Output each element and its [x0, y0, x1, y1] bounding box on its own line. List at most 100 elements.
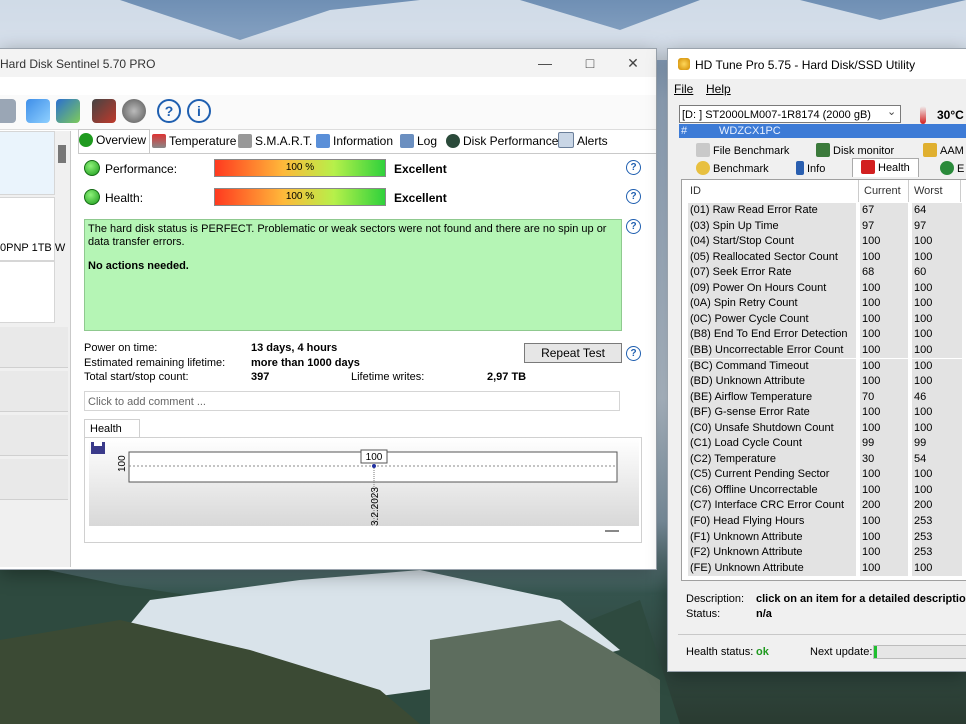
column-header-id[interactable]: ID	[690, 180, 701, 202]
help-icon[interactable]: ?	[157, 99, 181, 123]
refresh-icon[interactable]	[26, 99, 50, 123]
table-row[interactable]: (C7) Interface CRC Error Count 200 200	[688, 498, 966, 514]
column-header-current[interactable]: Current	[864, 180, 901, 202]
graph-resize-handle[interactable]	[605, 530, 619, 532]
tab-file-benchmark[interactable]: File Benchmark	[696, 142, 789, 160]
power-on-label: Power on time:	[84, 342, 158, 354]
network-icon[interactable]	[56, 99, 80, 123]
disk-list-item[interactable]	[0, 131, 55, 195]
table-cell-id: (C5) Current Pending Sector	[688, 467, 856, 483]
tab-disk-performance[interactable]: Disk Performance	[446, 131, 558, 151]
hds-tabs: Overview Temperature S.M.A.R.T. Informat…	[78, 129, 656, 154]
table-cell-worst: 97	[912, 218, 962, 235]
table-cell-id: (C6) Offline Uncorrectable	[688, 482, 856, 499]
tab-log[interactable]: Log	[400, 131, 437, 151]
table-cell-current: 97	[860, 218, 908, 235]
table-row[interactable]: (C2) Temperature 30 54	[688, 451, 966, 468]
column-header-worst[interactable]: Worst	[914, 180, 943, 202]
close-icon[interactable]: ✕	[618, 53, 648, 73]
tab-information[interactable]: Information	[316, 131, 393, 151]
table-cell-current: 100	[860, 280, 908, 297]
tab-temperature[interactable]: Temperature	[152, 131, 236, 151]
table-row[interactable]: (07) Seek Error Rate 68 60	[688, 265, 966, 281]
repeat-test-button[interactable]: Repeat Test	[524, 343, 622, 363]
table-row[interactable]: (C0) Unsafe Shutdown Count 100 100	[688, 420, 966, 437]
table-row[interactable]: (C1) Load Cycle Count 99 99	[688, 436, 966, 452]
graph-tab-health[interactable]: Health (%)	[84, 419, 140, 453]
table-cell-worst: 100	[912, 327, 962, 343]
info-icon	[796, 161, 804, 175]
table-cell-current: 100	[860, 342, 908, 359]
table-row[interactable]: (F2) Unknown Attribute 100 253	[688, 545, 966, 561]
tab-aam[interactable]: AAM	[923, 142, 964, 160]
table-row[interactable]: (BD) Unknown Attribute 100 100	[688, 374, 966, 390]
table-row[interactable]: (BC) Command Timeout 100 100	[688, 358, 966, 374]
drive-select[interactable]: [D: ] ST2000LM007-1R8174 (2000 gB)	[679, 105, 901, 123]
table-row[interactable]: (0C) Power Cycle Count 100 100	[688, 311, 966, 328]
table-row[interactable]: (03) Spin Up Time 97 97	[688, 218, 966, 235]
disk-list-item[interactable]: 0PNP 1TB W	[0, 197, 65, 261]
table-row[interactable]: (FE) Unknown Attribute 100 100	[688, 560, 966, 577]
minimize-icon[interactable]: —	[530, 53, 560, 73]
next-update-progress-fill	[874, 646, 877, 658]
repeat-test-help-icon[interactable]: ?	[626, 346, 641, 361]
health-bar: 100 %	[214, 188, 386, 206]
tab-erase[interactable]: E	[940, 160, 964, 178]
disk-list-item[interactable]	[0, 261, 55, 323]
chevron-down-icon[interactable]: ⌄	[887, 105, 896, 118]
overview-check-icon	[79, 133, 93, 147]
disk-partition-item[interactable]	[0, 415, 68, 456]
column-divider	[858, 180, 859, 202]
health-help-icon[interactable]: ?	[626, 189, 641, 204]
tab-alerts[interactable]: Alerts	[558, 131, 608, 151]
performance-help-icon[interactable]: ?	[626, 160, 641, 175]
table-cell-current: 100	[860, 420, 908, 437]
table-row[interactable]: (0A) Spin Retry Count 100 100	[688, 296, 966, 312]
report-icon[interactable]	[92, 99, 116, 123]
table-row[interactable]: (C6) Offline Uncorrectable 100 100	[688, 482, 966, 499]
tab-benchmark[interactable]: Benchmark	[696, 160, 769, 178]
table-row[interactable]: (F0) Head Flying Hours 100 253	[688, 514, 966, 530]
comment-input[interactable]: Click to add comment ...	[84, 391, 620, 411]
next-update-label: Next update:	[810, 646, 873, 658]
disk-partition-item[interactable]	[0, 371, 68, 412]
table-cell-worst: 100	[912, 296, 962, 312]
table-row[interactable]: (09) Power On Hours Count 100 100	[688, 280, 966, 297]
menu-file[interactable]: File	[674, 82, 693, 96]
table-row[interactable]: (BF) G-sense Error Rate 100 100	[688, 405, 966, 421]
column-divider	[908, 180, 909, 202]
disk-partition-item[interactable]	[0, 459, 68, 500]
table-row[interactable]: (B8) End To End Error Detection 100 100	[688, 327, 966, 343]
settings-icon[interactable]	[122, 99, 146, 123]
startstop-value: 397	[251, 371, 270, 383]
table-row[interactable]: (BE) Airflow Temperature 70 46	[688, 389, 966, 406]
maximize-icon[interactable]: □	[575, 53, 605, 73]
table-cell-id: (C0) Unsafe Shutdown Count	[688, 420, 856, 437]
table-row[interactable]: (C5) Current Pending Sector 100 100	[688, 467, 966, 483]
table-row[interactable]: (05) Reallocated Sector Count 100 100	[688, 249, 966, 266]
table-cell-current: 100	[860, 327, 908, 343]
hds-titlebar: Hard Disk Sentinel 5.70 PRO — □ ✕	[0, 49, 656, 77]
toolbar-disk-icon[interactable]	[0, 99, 16, 123]
tab-smart[interactable]: S.M.A.R.T.	[238, 131, 312, 151]
table-row[interactable]: (F1) Unknown Attribute 100 253	[688, 529, 966, 546]
disk-partition-item[interactable]	[0, 327, 68, 368]
disk-list-scrollbar[interactable]	[58, 145, 66, 163]
information-icon	[316, 134, 330, 148]
tab-label: Disk monitor	[833, 145, 895, 157]
table-row[interactable]: (BB) Uncorrectable Error Count 100 100	[688, 342, 966, 359]
table-cell-current: 68	[860, 265, 908, 281]
status-text: The hard disk status is PERFECT. Problem…	[88, 223, 607, 248]
table-cell-worst: 100	[912, 358, 962, 374]
disk-label: 0PNP 1TB W	[0, 242, 66, 254]
table-row[interactable]: (01) Raw Read Error Rate 67 64	[688, 203, 966, 219]
tab-health[interactable]: Health	[852, 158, 919, 177]
tab-overview[interactable]: Overview	[78, 129, 150, 154]
table-row[interactable]: (04) Start/Stop Count 100 100	[688, 234, 966, 250]
status-help-icon[interactable]: ?	[626, 219, 641, 234]
performance-bar-text: 100 %	[285, 162, 315, 173]
table-cell-worst: 100	[912, 280, 962, 297]
about-icon[interactable]: i	[187, 99, 211, 123]
tab-info[interactable]: Info	[796, 160, 825, 178]
menu-help[interactable]: Help	[706, 82, 731, 96]
